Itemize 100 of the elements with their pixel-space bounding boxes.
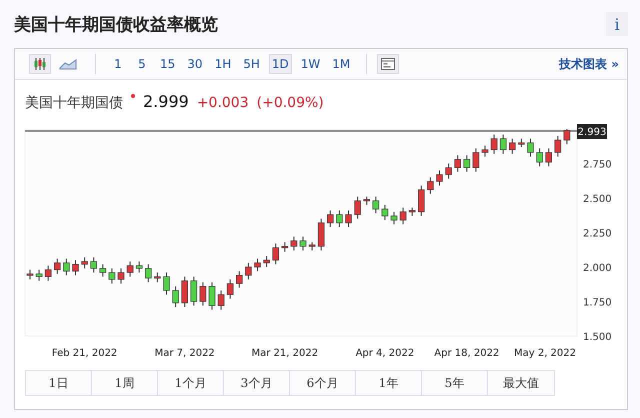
candlestick — [282, 242, 288, 252]
candlestick — [81, 256, 88, 269]
candlestick — [90, 256, 97, 274]
candlestick — [545, 148, 552, 167]
x-axis-label: Apr 4, 2022 — [356, 348, 414, 359]
candlestick — [427, 176, 434, 194]
price-change: +0.003 — [196, 95, 249, 111]
candlestick — [54, 258, 61, 274]
candlestick — [536, 148, 543, 167]
y-axis-label: 2.750 — [583, 160, 612, 171]
interval-button[interactable]: 5 — [133, 54, 151, 74]
instrument-name: 美国十年期国债 — [25, 94, 123, 112]
candlestick — [190, 276, 198, 306]
candlestick — [26, 269, 34, 280]
candlestick — [472, 148, 480, 172]
chart-type-button[interactable] — [29, 54, 51, 74]
interval-button[interactable]: 15 — [157, 54, 178, 74]
candlestick — [382, 204, 388, 221]
candlestick — [272, 243, 279, 265]
candlestick — [354, 196, 361, 220]
candlestick — [254, 258, 261, 272]
candlestick — [108, 268, 116, 284]
price-tag: 2.993 — [577, 124, 607, 139]
candlestick — [63, 258, 70, 276]
page-title: 美国十年期国债收益率概览 — [14, 14, 218, 36]
candlestick — [518, 138, 525, 148]
candlestick — [36, 269, 42, 282]
interval-button[interactable]: 30 — [184, 54, 206, 74]
candlestick — [336, 210, 343, 228]
candlestick — [372, 196, 380, 214]
y-axis-label: 2.000 — [583, 263, 612, 274]
range-button[interactable]: 1周 — [92, 371, 158, 395]
range-button[interactable]: 3个月 — [224, 371, 290, 395]
candlestick — [226, 278, 234, 300]
technical-chart-link[interactable]: 技术图表 » — [559, 56, 619, 72]
range-button[interactable]: 1年 — [356, 371, 422, 395]
candlestick — [464, 154, 470, 172]
layout-button[interactable] — [377, 54, 400, 74]
info-button[interactable]: i — [606, 12, 628, 36]
candlestick — [218, 290, 224, 310]
candlestick — [509, 138, 516, 154]
candlestick — [390, 211, 398, 225]
candlestick — [200, 282, 206, 306]
candlestick — [118, 268, 124, 284]
candlestick — [44, 265, 52, 282]
candlestick — [527, 138, 534, 158]
interval-button[interactable]: 1M — [329, 54, 354, 74]
candlestick — [363, 196, 370, 206]
candlestick — [126, 261, 134, 278]
candlestick — [490, 134, 498, 154]
candlestick — [154, 272, 161, 283]
interval-button[interactable]: 1 — [109, 54, 127, 74]
range-button[interactable]: 最大值 — [488, 371, 554, 395]
candlestick — [181, 276, 188, 308]
x-axis-label: May 2, 2022 — [514, 348, 576, 359]
interval-button[interactable]: 1D — [268, 54, 292, 74]
candlestick — [400, 207, 406, 225]
window-icon — [381, 58, 396, 70]
candlestick — [308, 242, 316, 251]
candlestick — [208, 282, 216, 310]
candlestick — [136, 261, 142, 274]
interval-button[interactable]: 1W — [298, 54, 324, 74]
x-axis-label: Mar 7, 2022 — [154, 348, 215, 359]
candlestick — [454, 154, 461, 172]
candlestick — [172, 286, 179, 308]
range-button[interactable]: 5年 — [422, 371, 488, 395]
candlestick — [554, 135, 562, 158]
live-indicator-icon — [131, 94, 135, 98]
y-axis-label: 1.750 — [583, 298, 612, 308]
x-axis-label: Apr 18, 2022 — [434, 348, 500, 359]
candlestick — [145, 264, 152, 283]
candlestick — [408, 207, 416, 216]
candlestick — [100, 264, 106, 278]
candlestick-icon — [33, 57, 47, 71]
candlestick — [418, 185, 425, 216]
y-axis-label: 1.500 — [583, 332, 612, 343]
candlestick — [327, 210, 334, 228]
candlestick — [318, 218, 324, 251]
candlestick — [72, 260, 79, 276]
range-button[interactable]: 1个月 — [158, 371, 224, 395]
candlestick — [500, 134, 506, 154]
price: 2.999 — [143, 92, 189, 111]
candlestick — [436, 170, 443, 186]
range-button[interactable]: 1日 — [26, 371, 92, 395]
range-button[interactable]: 6个月 — [290, 371, 356, 395]
interval-button[interactable]: 5H — [240, 54, 263, 74]
x-axis-label: Feb 21, 2022 — [52, 348, 118, 359]
candlestick — [345, 210, 352, 228]
candlestick — [245, 262, 252, 280]
candlestick — [300, 236, 306, 251]
candlestick — [236, 270, 243, 288]
interval-button[interactable]: 1H — [212, 54, 234, 74]
y-axis-label: 2.250 — [583, 228, 612, 240]
y-axis-label: 2.500 — [583, 194, 612, 206]
candlestick — [263, 255, 270, 268]
candlestick — [482, 145, 488, 158]
x-axis-label: Mar 21, 2022 — [252, 348, 318, 359]
percent-change: (+0.09%) — [256, 95, 324, 111]
area-chart-icon — [59, 58, 77, 70]
candlestick — [564, 128, 570, 145]
